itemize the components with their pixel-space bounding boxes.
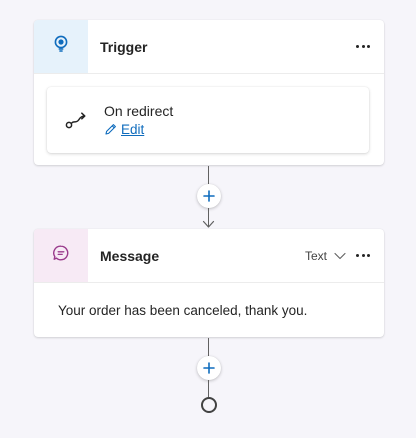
add-node-button[interactable]: [197, 356, 221, 380]
arrow-down-icon: [202, 220, 215, 228]
trigger-title: Trigger: [100, 38, 148, 55]
trigger-header: Trigger: [34, 20, 384, 74]
redirect-event-box[interactable]: On redirect Edit: [47, 87, 369, 153]
redirect-label: On redirect: [104, 102, 174, 119]
message-type-value: Text: [304, 248, 327, 263]
message-node: Message Text Your order has been cancele…: [34, 229, 384, 337]
trigger-node: Trigger On redirect Edit: [34, 20, 384, 165]
more-horizontal-icon: [356, 254, 360, 257]
message-icon-container: [34, 229, 88, 282]
message-header: Message Text: [34, 229, 384, 283]
more-horizontal-icon: [356, 45, 360, 48]
plus-icon: [203, 190, 215, 202]
connector-line: [208, 338, 209, 356]
connector-line: [208, 166, 209, 184]
pencil-icon: [105, 124, 116, 135]
plus-icon: [203, 362, 215, 374]
chat-bubble-icon: [52, 244, 70, 267]
edit-label: Edit: [121, 121, 145, 137]
connector-line: [208, 380, 209, 397]
message-more-button[interactable]: [348, 241, 378, 271]
chevron-down-icon: [334, 252, 346, 259]
message-title: Message: [100, 247, 160, 264]
redirect-text: On redirect Edit: [104, 102, 173, 139]
message-type-select[interactable]: Text: [305, 249, 346, 263]
trigger-more-button[interactable]: [348, 32, 378, 62]
end-circle-icon: [201, 397, 217, 413]
message-body[interactable]: Your order has been canceled, thank you.: [34, 283, 384, 337]
trigger-icon-container: [34, 20, 88, 73]
redirect-icon: [64, 109, 90, 131]
lightbulb-icon: [53, 35, 69, 58]
edit-link[interactable]: Edit: [104, 121, 173, 139]
add-node-button[interactable]: [197, 184, 221, 208]
